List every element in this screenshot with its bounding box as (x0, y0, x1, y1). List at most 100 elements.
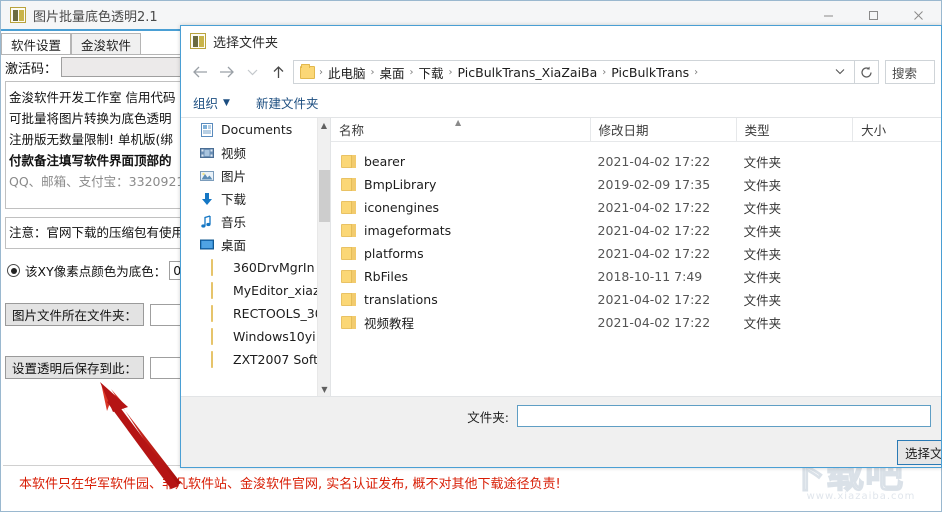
sidebar-item-documents[interactable]: Documents (181, 118, 330, 141)
refresh-icon[interactable] (855, 60, 879, 84)
sidebar-scrollbar[interactable]: ▲ ▼ (317, 118, 330, 396)
sidebar-item-label: Documents (221, 122, 293, 137)
file-type: 文件夹 (743, 224, 782, 239)
source-folder-button[interactable]: 图片文件所在文件夹： (5, 303, 145, 326)
foldername-input[interactable] (517, 405, 931, 427)
sidebar-item-folder[interactable]: ZXT2007 Soft (181, 348, 330, 371)
chevron-down-icon[interactable] (831, 67, 852, 78)
info-line: QQ、邮箱、支付宝：3320921 (9, 174, 181, 189)
chevron-down-icon[interactable] (239, 60, 265, 84)
sidebar-item-folder[interactable]: MyEditor_xiaz (181, 279, 330, 302)
select-folder-button-label: 选择文件夹 (905, 446, 942, 461)
breadcrumb-separator: › (694, 66, 699, 78)
source-folder-row: 图片文件所在文件夹： (5, 303, 196, 326)
scrollbar-thumb[interactable] (319, 170, 330, 222)
file-name-cell: 视频教程 (331, 313, 590, 332)
column-header-date[interactable]: 修改日期 (589, 118, 736, 142)
sidebar-item-label: RECTOOLS_30 (233, 306, 323, 321)
breadcrumb[interactable]: › 此电脑 › 桌面 › 下载 › PicBulkTrans_XiaZaiBa … (293, 60, 855, 84)
info-line: 付款备注填写软件界面顶部的 (9, 153, 172, 168)
sort-ascending-icon: ▲ (455, 118, 462, 127)
file-name-cell: BmpLibrary (331, 177, 590, 192)
watermark-url: www.xiazaiba.com (806, 491, 916, 502)
breadcrumb-item[interactable]: 此电脑 (324, 63, 370, 82)
column-header-name[interactable]: 名称 ▲ (331, 118, 590, 142)
file-name: imageformats (364, 223, 452, 238)
table-row[interactable]: RbFiles 2018-10-11 7:49 文件夹 (331, 265, 941, 288)
column-label: 名称 (339, 123, 365, 138)
sidebar-item-videos[interactable]: 视频 (181, 141, 330, 164)
tab-jinjun-software[interactable]: 金浚软件 (71, 33, 142, 55)
sidebar-item-downloads[interactable]: 下载 (181, 187, 330, 210)
breadcrumb-item[interactable]: PicBulkTrans (607, 65, 693, 80)
notice-panel: 注意：官网下载的压缩包有使用 (5, 217, 185, 249)
folder-icon (341, 178, 356, 191)
new-folder-label: 新建文件夹 (255, 96, 319, 111)
file-type: 文件夹 (743, 201, 782, 216)
file-date: 2021-04-02 17:22 (597, 154, 711, 169)
dialog-sidebar: Documents 视频 图片 下载 音乐 桌面 360DrvMgrIn MyE… (181, 118, 331, 396)
arrow-left-icon[interactable] (187, 60, 213, 84)
sidebar-item-folder[interactable]: Windows10yi (181, 325, 330, 348)
sidebar-item-desktop[interactable]: 桌面 (181, 233, 330, 256)
select-folder-button[interactable]: 选择文件夹 (897, 440, 942, 465)
folder-icon (211, 304, 227, 322)
file-name-cell: imageformats (331, 223, 590, 238)
table-row[interactable]: translations 2021-04-02 17:22 文件夹 (331, 288, 941, 311)
file-type: 文件夹 (743, 293, 782, 308)
app-title: 图片批量底色透明2.1 (33, 9, 158, 25)
column-header-size[interactable]: 大小 (852, 118, 941, 142)
sidebar-item-folder[interactable]: RECTOOLS_30 (181, 302, 330, 325)
scroll-down-icon[interactable]: ▼ (318, 382, 330, 396)
table-row[interactable]: 视频教程 2021-04-02 17:22 文件夹 (331, 311, 941, 334)
tab-software-settings[interactable]: 软件设置 (1, 33, 72, 55)
pixel-color-radio[interactable] (7, 264, 20, 277)
file-name-cell: bearer (331, 154, 590, 169)
pictures-icon (199, 168, 215, 184)
scroll-up-icon[interactable]: ▲ (318, 118, 330, 132)
folder-icon (211, 281, 227, 299)
file-list: 名称 ▲ 修改日期 类型 大小 bearer 2021-04-02 17:22 … (331, 118, 941, 396)
sidebar-item-music[interactable]: 音乐 (181, 210, 330, 233)
app-logo-icon (10, 7, 26, 23)
column-header-type[interactable]: 类型 (735, 118, 853, 142)
breadcrumb-item[interactable]: 下载 (415, 63, 448, 82)
organize-menu[interactable]: 组织 ▼ (193, 93, 230, 112)
sidebar-item-pictures[interactable]: 图片 (181, 164, 330, 187)
target-folder-button[interactable]: 设置透明后保存到此： (5, 356, 145, 379)
folder-icon (211, 350, 227, 368)
sidebar-item-folder[interactable]: 360DrvMgrIn (181, 256, 330, 279)
table-row[interactable]: BmpLibrary 2019-02-09 17:35 文件夹 (331, 173, 941, 196)
file-name: 视频教程 (364, 316, 415, 331)
file-type: 文件夹 (743, 270, 782, 285)
info-panel: 金浚软件开发工作室 信用代码 可批量将图片转换为底色透明 注册版无数量限制! 单… (5, 81, 185, 209)
dialog-logo-icon (190, 33, 206, 49)
search-input[interactable]: 搜索 (885, 60, 935, 84)
arrow-up-icon[interactable] (265, 60, 291, 84)
column-label: 类型 (744, 123, 770, 138)
breadcrumb-item[interactable]: PicBulkTrans_XiaZaiBa (454, 65, 602, 80)
file-type: 文件夹 (743, 155, 782, 170)
new-folder-button[interactable]: 新建文件夹 (256, 93, 319, 112)
activation-label: 激活码： (5, 61, 58, 77)
table-row[interactable]: iconengines 2021-04-02 17:22 文件夹 (331, 196, 941, 219)
table-row[interactable]: bearer 2021-04-02 17:22 文件夹 (331, 150, 941, 173)
file-date: 2019-02-09 17:35 (597, 177, 711, 192)
select-folder-dialog: 选择文件夹 › 此电脑 › 桌面 › 下载 › PicBulkTrans_Xia… (180, 25, 942, 468)
sidebar-item-label: MyEditor_xiaz (233, 283, 320, 298)
dialog-body: Documents 视频 图片 下载 音乐 桌面 360DrvMgrIn MyE… (181, 118, 941, 396)
file-date: 2021-04-02 17:22 (597, 292, 711, 307)
arrow-right-icon[interactable] (213, 60, 239, 84)
folder-icon (341, 224, 356, 237)
sidebar-item-label: Windows10yi (233, 329, 316, 344)
pixel-color-label: 该XY像素点颜色为底色： (25, 264, 167, 279)
sidebar-item-label: 下载 (221, 192, 247, 207)
table-row[interactable]: imageformats 2021-04-02 17:22 文件夹 (331, 219, 941, 242)
breadcrumb-item[interactable]: 桌面 (376, 63, 409, 82)
activation-code-input[interactable] (61, 57, 182, 77)
column-label: 大小 (861, 123, 887, 138)
dialog-command-bar: 组织 ▼ 新建文件夹 (181, 88, 941, 118)
folder-icon (211, 327, 227, 345)
table-row[interactable]: platforms 2021-04-02 17:22 文件夹 (331, 242, 941, 265)
sidebar-item-label: 360DrvMgrIn (233, 260, 315, 275)
